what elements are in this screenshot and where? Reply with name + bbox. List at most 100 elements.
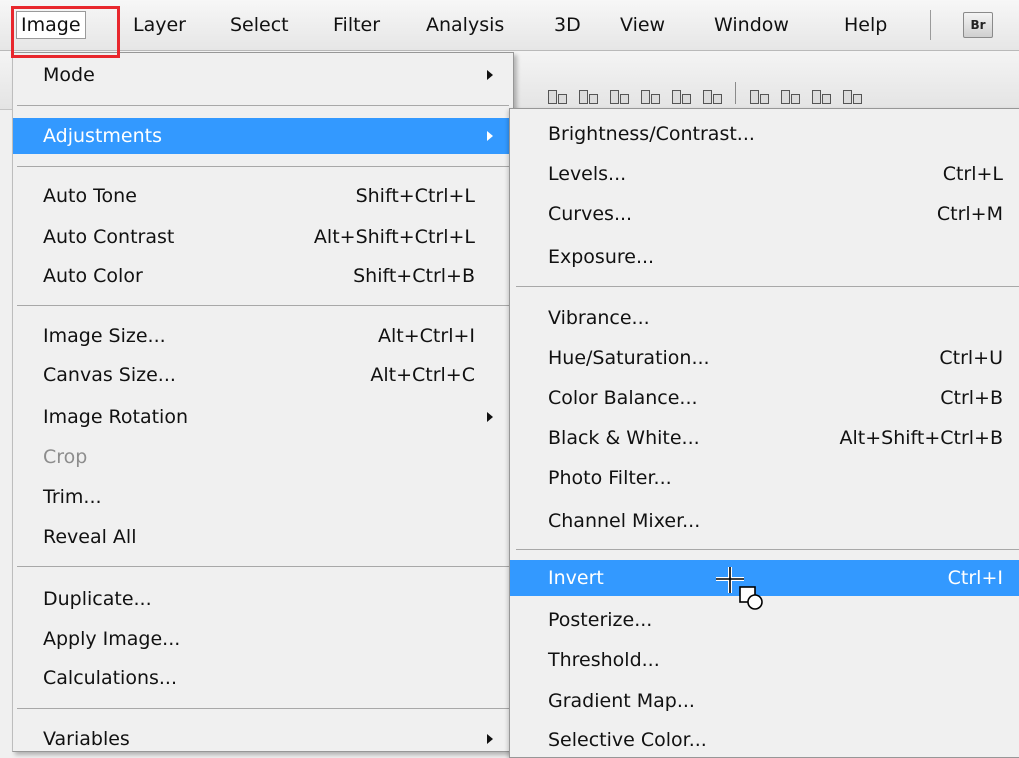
menu-separator <box>516 286 1019 287</box>
menu-help[interactable]: Help <box>844 13 887 37</box>
menu-item-label: Duplicate... <box>43 588 152 610</box>
menu-item-auto-contrast[interactable]: Auto Contrast Alt+Shift+Ctrl+L <box>13 219 513 255</box>
submenu-arrow-icon <box>487 70 493 80</box>
menu-item-label: Threshold... <box>548 649 660 671</box>
menu-item-label: Auto Contrast <box>43 226 175 248</box>
menu-item-label: Calculations... <box>43 667 178 689</box>
menu-item-gradient-map[interactable]: Gradient Map... <box>510 683 1019 719</box>
menu-item-variables[interactable]: Variables <box>13 721 513 757</box>
menu-item-auto-tone[interactable]: Auto Tone Shift+Ctrl+L <box>13 178 513 214</box>
menu-item-exposure[interactable]: Exposure... <box>510 239 1019 275</box>
menu-item-label: Image Size... <box>43 325 166 347</box>
menu-item-duplicate[interactable]: Duplicate... <box>13 581 513 617</box>
image-menu-dropdown: Mode Adjustments Auto Tone Shift+Ctrl+L … <box>12 52 514 752</box>
menu-item-label: Trim... <box>43 486 102 508</box>
menu-item-label: Apply Image... <box>43 628 181 650</box>
distribute-bottom-icon[interactable] <box>809 86 833 104</box>
menu-item-image-size[interactable]: Image Size... Alt+Ctrl+I <box>13 318 513 354</box>
crosshair-copy-cursor-icon <box>716 567 763 610</box>
menu-analysis[interactable]: Analysis <box>426 13 504 37</box>
align-bottom-icon[interactable] <box>607 86 631 104</box>
menu-separator <box>17 166 509 167</box>
align-top-icon[interactable] <box>545 86 569 104</box>
annotation-highlight-box <box>11 6 120 58</box>
menu-item-label: Adjustments <box>43 125 162 147</box>
menu-item-calculations[interactable]: Calculations... <box>13 660 513 696</box>
menu-item-label: Black & White... <box>548 427 700 449</box>
menu-separator <box>516 549 1019 550</box>
menu-item-canvas-size[interactable]: Canvas Size... Alt+Ctrl+C <box>13 357 513 393</box>
menu-filter[interactable]: Filter <box>333 13 380 37</box>
menu-item-label: Reveal All <box>43 526 137 548</box>
menu-item-label: Exposure... <box>548 246 655 268</box>
menu-item-label: Selective Color... <box>548 729 707 751</box>
menu-item-label: Hue/Saturation... <box>548 347 710 369</box>
shortcut-label: Alt+Ctrl+I <box>378 325 475 347</box>
shortcut-label: Alt+Shift+Ctrl+L <box>313 226 475 248</box>
submenu-arrow-icon <box>487 412 493 422</box>
distribute-top-icon[interactable] <box>747 86 771 104</box>
menu-separator <box>17 305 509 306</box>
menu-view[interactable]: View <box>620 13 665 37</box>
menu-separator <box>17 105 509 106</box>
menu-bar: Image Layer Select Filter Analysis 3D Vi… <box>0 0 1019 51</box>
menu-item-reveal-all[interactable]: Reveal All <box>13 519 513 555</box>
menu-item-levels[interactable]: Levels... Ctrl+L <box>510 156 1019 192</box>
menu-item-label: Brightness/Contrast... <box>548 123 755 145</box>
menu-item-label: Color Balance... <box>548 387 698 409</box>
menu-item-vibrance[interactable]: Vibrance... <box>510 300 1019 336</box>
menu-item-crop: Crop <box>13 439 513 475</box>
menu-item-label: Variables <box>43 728 130 750</box>
menu-item-adjustments[interactable]: Adjustments <box>13 118 513 154</box>
menu-item-selective-color[interactable]: Selective Color... <box>510 722 1019 758</box>
menu-item-label: Gradient Map... <box>548 690 695 712</box>
menu-3d[interactable]: 3D <box>554 13 581 37</box>
menu-item-label: Curves... <box>548 203 633 225</box>
menu-item-channel-mixer[interactable]: Channel Mixer... <box>510 503 1019 539</box>
menu-item-apply-image[interactable]: Apply Image... <box>13 621 513 657</box>
align-right-icon[interactable] <box>700 86 724 104</box>
menu-window[interactable]: Window <box>714 13 789 37</box>
menu-item-label: Crop <box>43 446 88 468</box>
align-vertical-center-icon[interactable] <box>576 86 600 104</box>
menu-item-label: Mode <box>43 64 95 86</box>
shortcut-label: Shift+Ctrl+B <box>353 265 475 287</box>
menu-item-label: Auto Color <box>43 265 143 287</box>
menu-item-brightness-contrast[interactable]: Brightness/Contrast... <box>510 116 1019 152</box>
distribute-left-icon[interactable] <box>840 86 864 104</box>
menu-item-label: Invert <box>548 567 604 589</box>
menu-layer[interactable]: Layer <box>133 13 186 37</box>
menu-item-mode[interactable]: Mode <box>13 57 513 93</box>
menu-separator <box>17 708 509 709</box>
bridge-button[interactable]: Br <box>963 12 993 38</box>
menu-item-curves[interactable]: Curves... Ctrl+M <box>510 196 1019 232</box>
menu-item-trim[interactable]: Trim... <box>13 479 513 515</box>
distribute-center-icon[interactable] <box>778 86 802 104</box>
menu-item-threshold[interactable]: Threshold... <box>510 642 1019 678</box>
menu-item-label: Posterize... <box>548 609 653 631</box>
menu-item-black-and-white[interactable]: Black & White... Alt+Shift+Ctrl+B <box>510 420 1019 456</box>
menu-item-color-balance[interactable]: Color Balance... Ctrl+B <box>510 380 1019 416</box>
menu-item-label: Channel Mixer... <box>548 510 701 532</box>
shortcut-label: Ctrl+U <box>939 347 1003 369</box>
menu-item-image-rotation[interactable]: Image Rotation <box>13 399 513 435</box>
menu-item-hue-saturation[interactable]: Hue/Saturation... Ctrl+U <box>510 340 1019 376</box>
align-left-icon[interactable] <box>638 86 662 104</box>
shortcut-label: Alt+Ctrl+C <box>370 364 475 386</box>
menu-item-label: Image Rotation <box>43 406 189 428</box>
submenu-arrow-icon <box>487 131 493 141</box>
menu-item-label: Auto Tone <box>43 185 137 207</box>
shortcut-label: Ctrl+L <box>942 163 1003 185</box>
menu-bar-separator <box>930 10 931 40</box>
menu-separator <box>17 566 509 567</box>
shortcut-label: Ctrl+B <box>940 387 1003 409</box>
menu-item-label: Levels... <box>548 163 627 185</box>
shortcut-label: Ctrl+M <box>936 203 1003 225</box>
menu-item-label: Vibrance... <box>548 307 650 329</box>
menu-select[interactable]: Select <box>230 13 289 37</box>
align-horizontal-center-icon[interactable] <box>669 86 693 104</box>
menu-item-photo-filter[interactable]: Photo Filter... <box>510 460 1019 496</box>
align-distribute-toolbar <box>545 82 864 104</box>
shortcut-label: Alt+Shift+Ctrl+B <box>839 427 1003 449</box>
menu-item-auto-color[interactable]: Auto Color Shift+Ctrl+B <box>13 258 513 294</box>
